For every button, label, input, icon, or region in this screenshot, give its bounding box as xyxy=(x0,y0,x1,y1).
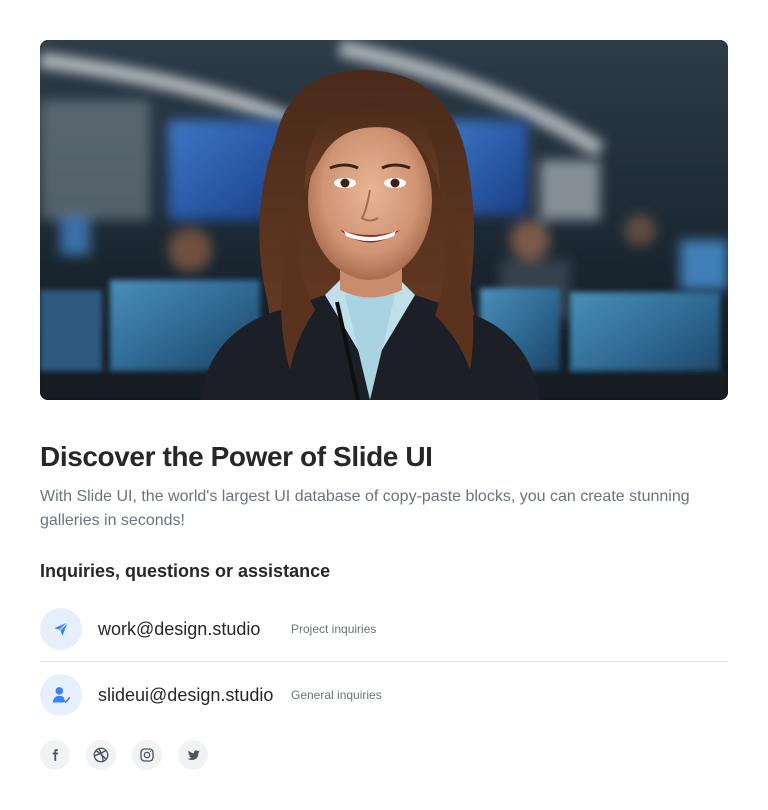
facebook-icon[interactable] xyxy=(40,740,70,770)
divider xyxy=(40,661,728,662)
send-icon xyxy=(40,608,82,650)
contact-row-project: work@design.studio Project inquiries xyxy=(40,607,728,651)
contact-email-link[interactable]: work@design.studio xyxy=(98,619,291,640)
page-title: Discover the Power of Slide UI xyxy=(40,441,433,472)
instagram-icon[interactable] xyxy=(132,740,162,770)
dribbble-icon[interactable] xyxy=(86,740,116,770)
social-links xyxy=(40,740,208,770)
contact-email-link[interactable]: slideui@design.studio xyxy=(98,685,291,706)
description: With Slide UI, the world's largest UI da… xyxy=(40,488,690,529)
user-check-icon xyxy=(40,674,82,716)
twitter-icon[interactable] xyxy=(178,740,208,770)
contact-label: General inquiries xyxy=(291,688,382,702)
page: Discover the Power of Slide UI With Slid… xyxy=(0,0,768,810)
contact-label: Project inquiries xyxy=(291,622,377,636)
hero-image xyxy=(40,40,728,400)
contact-heading: Inquiries, questions or assistance xyxy=(40,561,331,581)
contact-row-general: slideui@design.studio General inquiries xyxy=(40,673,728,717)
